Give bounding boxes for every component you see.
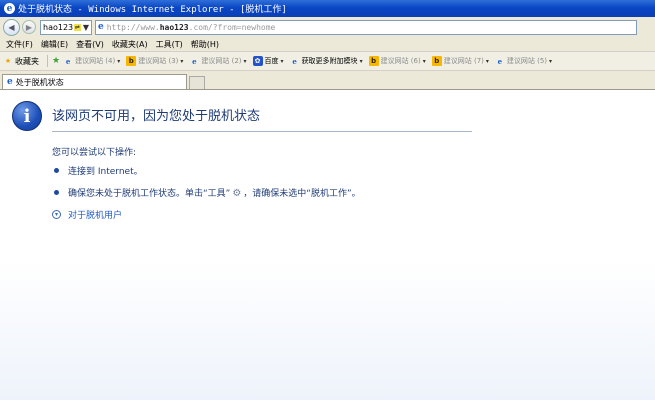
chevron-down-icon[interactable]: ▾	[484, 58, 491, 65]
chevron-down-icon[interactable]: ▾	[358, 58, 365, 65]
favorite-item-label: 建议网站 (6)	[380, 57, 421, 65]
favorite-item-label: 建议网站 (3)	[138, 57, 179, 65]
favorite-item[interactable]: b 建议网站 (6) ▾	[368, 56, 428, 66]
menu-view[interactable]: 查看(V)	[72, 39, 108, 50]
back-button[interactable]: ◀	[3, 18, 20, 36]
bing-icon: b	[431, 56, 442, 66]
ie-icon: e	[65, 56, 71, 66]
forward-button[interactable]: ▶	[22, 20, 36, 34]
menu-tools[interactable]: 工具(T)	[152, 39, 187, 50]
ie-icon: e	[192, 56, 197, 66]
bullet-icon	[54, 190, 59, 195]
window-title: 处于脱机状态 - Windows Internet Explorer - [脱机…	[18, 5, 287, 15]
favorite-item[interactable]: e 建议网站 (4) ▾	[63, 56, 122, 66]
chevron-down-icon[interactable]: ▾	[421, 58, 428, 65]
bing-icon: b	[368, 56, 379, 66]
menu-help[interactable]: 帮助(H)	[187, 39, 223, 50]
gear-icon: ⚙	[232, 188, 242, 199]
site-combo[interactable]: hao123 ⇌ ▼	[40, 19, 92, 35]
favorite-item[interactable]: e 获取更多附加模块 ▾	[290, 56, 365, 66]
favorite-item[interactable]: ✿ 百度 ▾	[252, 56, 286, 66]
chevron-down-icon[interactable]: ▾	[115, 58, 122, 65]
url-text: http://www.hao123.com/?from=newhome	[106, 22, 276, 32]
bullet-icon	[54, 168, 59, 173]
offline-users-link[interactable]: 对于脱机用户	[68, 208, 122, 221]
menu-favorites[interactable]: 收藏夹(A)	[108, 39, 152, 50]
address-input[interactable]: e http://www.hao123.com/?from=newhome	[95, 19, 637, 35]
favorites-list: e 建议网站 (4) ▾ b 建议网站 (3) ▾ e 建议网站 (2) ▾ ✿ 百度 ▾ e 获取更多附…	[63, 56, 558, 66]
ie-icon: e	[497, 56, 503, 66]
page-ie-icon: e	[98, 22, 104, 32]
page-title: 该网页不可用，因为您处于脱机状态	[52, 109, 261, 124]
favorite-item-label: 百度	[264, 57, 279, 65]
chevron-down-icon[interactable]: ▾	[242, 58, 249, 65]
favorites-bar: ★ 收藏夹 ★ e 建议网站 (4) ▾ b 建议网站 (3) ▾ e 建议网站 (2) ▾ ✿ 百…	[0, 52, 655, 71]
divider	[47, 55, 48, 67]
favorite-item-label: 建议网站 (2)	[201, 57, 242, 65]
page-content: i 该网页不可用，因为您处于脱机状态 您可以尝试以下操作: 连接到 Intern…	[0, 90, 655, 400]
info-icon: i	[12, 101, 42, 131]
favorites-label: 收藏夹	[15, 56, 39, 66]
favorite-item-label: 建议网站 (5)	[506, 57, 548, 65]
favorite-item[interactable]: b 建议网站 (7) ▾	[431, 56, 491, 66]
menu-file[interactable]: 文件(F)	[2, 39, 37, 50]
menu-bar: 文件(F) 编辑(E) 查看(V) 收藏夹(A) 工具(T) 帮助(H)	[0, 37, 655, 52]
chevron-down-icon[interactable]: ▾	[547, 58, 554, 65]
site-combo-value: hao123	[43, 22, 74, 32]
tab-ie-icon: e	[7, 77, 13, 87]
new-tab-button[interactable]	[189, 76, 205, 89]
chevron-down-icon[interactable]: ▾	[279, 58, 286, 65]
address-toolbar: ◀ ▶ hao123 ⇌ ▼ e http://www.hao123.com/?…	[0, 17, 655, 38]
combo-badge-icon: ⇌	[73, 23, 81, 31]
ie-icon: e	[292, 56, 297, 66]
chevron-down-icon[interactable]: ▾	[178, 58, 185, 65]
add-favorite-icon[interactable]: ★	[52, 56, 60, 66]
baidu-paw-icon: ✿	[252, 56, 263, 66]
tab-offline[interactable]: e 处于脱机状态	[2, 74, 187, 89]
tab-label: 处于脱机状态	[15, 77, 64, 87]
favorite-item[interactable]: b 建议网站 (3) ▾	[126, 56, 185, 66]
bing-icon: b	[126, 56, 137, 66]
tab-strip: e 处于脱机状态	[0, 71, 655, 90]
divider	[52, 131, 472, 132]
bullet-connect: 连接到 Internet。	[68, 167, 143, 177]
star-icon: ★	[4, 57, 12, 65]
ie-logo-icon: e	[4, 3, 15, 14]
title-bar: e 处于脱机状态 - Windows Internet Explorer - […	[0, 0, 655, 17]
bullet-offline-check: 确保您未处于脱机工作状态。单击“工具” ⚙ ，请确保未选中“脱机工作”。	[68, 188, 361, 199]
chevron-down-icon[interactable]: ▼	[81, 23, 91, 32]
menu-edit[interactable]: 编辑(E)	[37, 39, 72, 50]
expand-circle-icon[interactable]: ▾	[52, 210, 61, 219]
favorite-item-label: 获取更多附加模块	[301, 57, 358, 65]
favorites-button[interactable]: ★ 收藏夹	[3, 56, 39, 67]
favorite-item-label: 建议网站 (7)	[443, 57, 484, 65]
favorite-item-label: 建议网站 (4)	[75, 57, 116, 65]
favorite-item[interactable]: e 建议网站 (2) ▾	[189, 56, 248, 66]
try-label: 您可以尝试以下操作:	[52, 148, 137, 158]
favorite-item[interactable]: e 建议网站 (5) ▾	[495, 56, 554, 66]
